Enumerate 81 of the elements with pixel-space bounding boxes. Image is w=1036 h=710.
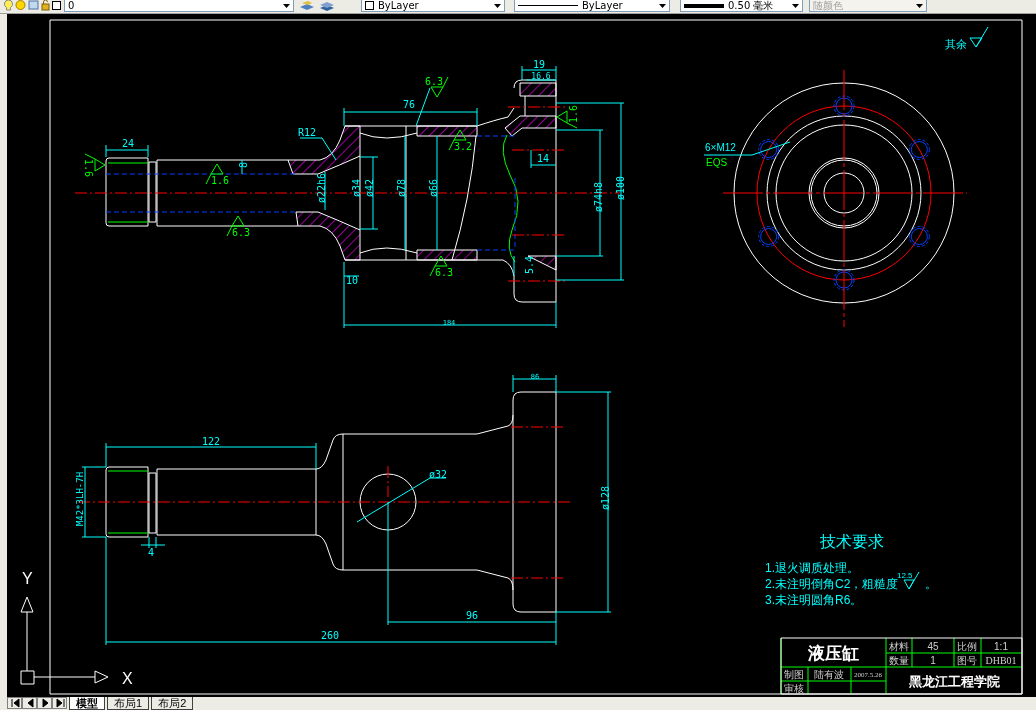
dimension-label: 76 (403, 99, 415, 110)
axis-label: Y (22, 570, 33, 587)
roughness-value: 6.3 (434, 267, 454, 278)
title-block-value: 1 (930, 655, 936, 666)
title-block-value: 陆有波 (814, 669, 844, 680)
dimension-label: 122 (201, 436, 221, 447)
caret-icon (792, 3, 799, 8)
tab-nav-button[interactable] (22, 697, 37, 709)
title-block-value: 45 (927, 641, 939, 652)
layout-tab[interactable]: 布局1 (107, 697, 150, 710)
requirement-text: 。 (925, 577, 937, 591)
dimension-label: ø78 (396, 178, 407, 198)
callout-label: 6×M12 (705, 142, 736, 153)
dimension-label: ø42 (364, 178, 375, 198)
lineweight-sample-icon (684, 3, 724, 8)
technical-requirements-title: 技术要求 (820, 533, 884, 550)
title-block-label: 数量 (889, 655, 909, 666)
layers-icon[interactable] (319, 0, 335, 12)
dimension-label: 14 (537, 153, 549, 164)
roughness-value: 3.2 (453, 141, 473, 152)
dimension-label: 96 (466, 610, 478, 621)
school-name: 黑龙江工程学院 (908, 674, 1000, 689)
title-block-label: 审核 (784, 683, 804, 694)
dimension-label: 260 (320, 630, 340, 641)
color-swatch-icon[interactable] (52, 0, 61, 11)
dimension-label: R12 (297, 127, 317, 138)
roughness-value: 1.6 (568, 104, 579, 124)
general-roughness-label: 其余 (945, 38, 967, 50)
title-block-label: 制图 (784, 669, 804, 680)
dimension-label: 5.4 (524, 255, 535, 275)
layout-tab[interactable]: 布局2 (151, 697, 194, 710)
dimension-label: ø66 (428, 178, 439, 198)
axis-label: X (122, 670, 133, 687)
roughness-value: 1.6 (83, 158, 94, 178)
layout-tab[interactable]: 模型 (69, 697, 105, 710)
lineweight-dropdown[interactable]: 0.50 毫米 (680, 0, 803, 12)
caret-icon (659, 3, 666, 8)
tab-nav-button[interactable] (52, 697, 67, 709)
dimension-label: ø32 (428, 469, 448, 480)
requirement-text: 2.未注明倒角C2，粗糙度 (765, 577, 899, 591)
title-block-label: 材料 (889, 641, 909, 652)
dimension-label: 24 (122, 138, 134, 149)
ucs-axes-icon (20, 596, 109, 685)
title-block-value: 1:1 (994, 641, 1008, 652)
roughness-value: 12.5 (897, 571, 913, 580)
color-swatch-icon (365, 1, 374, 10)
roughness-symbol-icon (969, 26, 989, 48)
title-block-label: 比例 (957, 641, 977, 652)
linetype-dropdown[interactable]: ByLayer (514, 0, 670, 12)
dimension-label: ø128 (600, 485, 611, 511)
dimension-label: 10 (346, 275, 358, 286)
lock-icon[interactable] (41, 0, 50, 11)
requirement-text: 3.未注明圆角R6。 (765, 593, 863, 607)
roughness-value: 6.3 (424, 76, 444, 87)
dimension-label: 16.6 (531, 72, 551, 81)
title-block-value: DHB01 (985, 655, 1017, 666)
callout-note: EQS (706, 157, 728, 168)
dimension-label: 8 (238, 162, 249, 168)
dimension-label: 4 (148, 547, 154, 558)
tab-nav-button[interactable] (7, 697, 22, 709)
requirement-text: 1.退火调质处理。 (765, 561, 859, 575)
lightbulb-icon[interactable] (4, 0, 13, 11)
dimension-label: M42*3LH-7H (75, 471, 85, 527)
roughness-value: 6.3 (231, 227, 251, 238)
tab-nav-button[interactable] (37, 697, 52, 709)
roughness-value: 1.6 (210, 175, 230, 186)
layers-icon[interactable] (299, 0, 315, 12)
color-dropdown[interactable]: ByLayer (361, 0, 505, 12)
layer-freeze-icon[interactable] (28, 0, 39, 11)
title-block-label: 图号 (957, 655, 977, 666)
caret-icon (494, 3, 501, 8)
dimension-label: ø22h6 (316, 172, 327, 204)
dimension-label: ø100 (615, 175, 626, 201)
layer-dropdown[interactable]: 0 (64, 0, 294, 12)
part-name: 液压缸 (807, 644, 859, 663)
dimension-label: ø74h8 (593, 181, 604, 213)
line-sample-icon (518, 4, 578, 7)
dimension-label: 19 (533, 59, 545, 70)
caret-icon (283, 3, 290, 8)
caret-icon (916, 3, 923, 8)
dimension-label: ø34 (351, 178, 362, 198)
